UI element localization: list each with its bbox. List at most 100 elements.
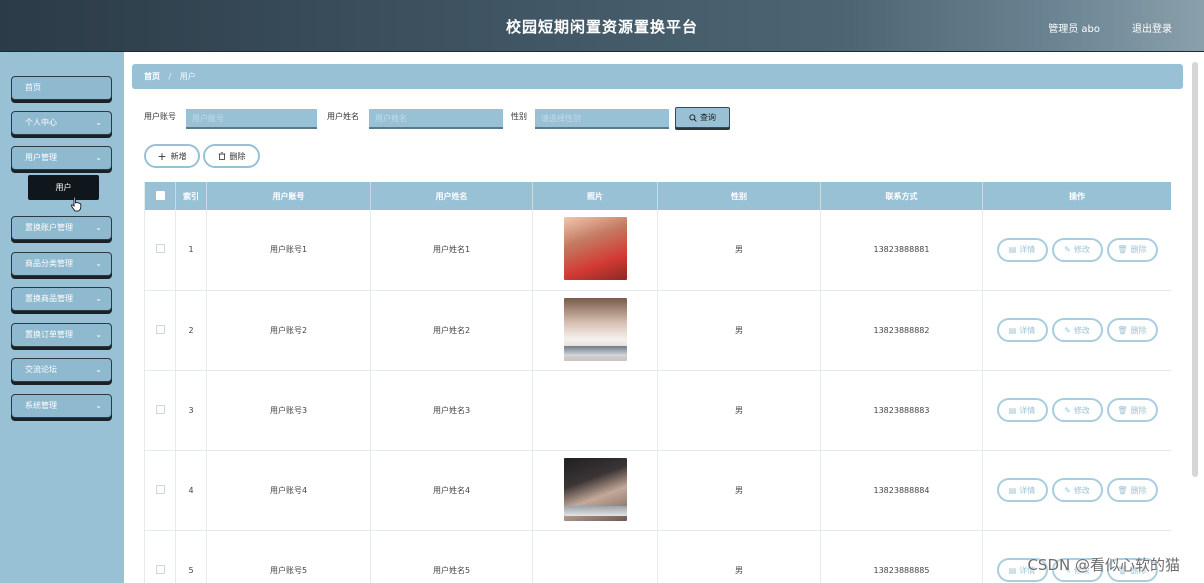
sidebar-item-swap-account[interactable]: 置换账户管理 ⌄ xyxy=(11,216,112,240)
row-index: 5 xyxy=(175,530,207,583)
account-label: 用户账号 xyxy=(144,112,176,121)
trash-icon: 🗑 xyxy=(1117,485,1128,495)
row-actions-cell: ▤ 详情 ✎ 修改 🗑 删除 xyxy=(982,450,1171,531)
admin-username: 管理员 abo xyxy=(1048,24,1100,35)
trash-icon xyxy=(218,152,225,160)
row-phone: 13823888883 xyxy=(820,370,983,451)
sidebar-item-category[interactable]: 商品分类管理 ⌄ xyxy=(11,252,112,276)
row-select-cell[interactable] xyxy=(144,290,176,371)
sidebar-item-personal-center[interactable]: 个人中心 ⌄ xyxy=(11,111,112,135)
edit-button[interactable]: ✎ 修改 xyxy=(1051,398,1103,422)
row-select-cell[interactable] xyxy=(144,210,176,291)
row-phone: 13823888881 xyxy=(820,210,983,291)
sidebar-item-swap-orders[interactable]: 置换订单管理 ⌄ xyxy=(11,323,112,347)
row-account: 用户账号5 xyxy=(206,530,371,583)
row-photo-cell xyxy=(532,450,658,531)
chevron-down-icon: ⌄ xyxy=(95,330,102,339)
row-checkbox[interactable] xyxy=(155,244,165,254)
select-all-header[interactable] xyxy=(144,182,176,210)
row-account: 用户账号4 xyxy=(206,450,371,531)
sidebar-item-swap-goods[interactable]: 置换商品管理 ⌄ xyxy=(11,287,112,311)
row-actions-cell: ▤ 详情 ✎ 修改 🗑 删除 xyxy=(982,210,1171,291)
row-delete-button[interactable]: 🗑 删除 xyxy=(1106,237,1158,262)
row-delete-button[interactable]: 🗑 删除 xyxy=(1106,318,1158,342)
edit-button-label: 修改 xyxy=(1073,405,1090,415)
row-delete-button-label: 删除 xyxy=(1130,405,1147,415)
row-delete-button[interactable]: 🗑 删除 xyxy=(1106,398,1158,422)
row-checkbox[interactable] xyxy=(155,404,165,414)
row-phone: 13823888885 xyxy=(820,530,983,583)
row-checkbox[interactable] xyxy=(155,484,165,494)
col-header-phone: 联系方式 xyxy=(820,182,983,210)
row-select-cell[interactable] xyxy=(144,370,176,451)
breadcrumb-separator: / xyxy=(168,72,172,81)
sidebar-item-user-management[interactable]: 用户管理 ⌄ xyxy=(11,146,112,170)
row-delete-button-label: 删除 xyxy=(1130,485,1147,495)
detail-button-label: 详情 xyxy=(1019,245,1036,255)
table-header-row: 索引 用户账号 用户姓名 照片 性别 联系方式 操作 xyxy=(144,182,1171,210)
row-actions-cell: ▤ 详情 ✎ 修改 🗑 删除 xyxy=(982,290,1171,371)
delete-button[interactable]: 删除 xyxy=(203,144,260,168)
row-name: 用户姓名3 xyxy=(370,370,533,451)
edit-button[interactable]: ✎ 修改 xyxy=(1051,318,1103,342)
table-row: 5 用户账号5 用户姓名5 男 13823888885 ▤ 详情 ✎ 修改 🗑 删除 xyxy=(144,505,1171,583)
row-select-cell[interactable] xyxy=(144,530,176,583)
gender-select[interactable] xyxy=(535,109,669,129)
row-index: 3 xyxy=(175,370,207,451)
detail-button-label: 详情 xyxy=(1019,485,1036,495)
edit-button[interactable]: ✎ 修改 xyxy=(1051,237,1103,262)
hand-cursor-icon xyxy=(70,196,82,212)
col-header-index: 索引 xyxy=(175,182,207,210)
row-name: 用户姓名4 xyxy=(370,450,533,531)
chevron-down-icon: ⌄ xyxy=(95,294,102,303)
vertical-scrollbar[interactable] xyxy=(1192,62,1198,477)
detail-button[interactable]: ▤ 详情 xyxy=(996,237,1048,262)
breadcrumb-current: 用户 xyxy=(179,72,196,81)
query-button-label: 查询 xyxy=(700,113,716,122)
detail-button[interactable]: ▤ 详情 xyxy=(996,478,1048,502)
add-button-label: 新增 xyxy=(170,151,187,161)
sidebar-item-home[interactable]: 首页 xyxy=(11,76,112,100)
row-select-cell[interactable] xyxy=(144,450,176,531)
sidebar-item-label: 置换商品管理 xyxy=(25,294,73,303)
col-header-actions: 操作 xyxy=(982,182,1171,210)
breadcrumb-home[interactable]: 首页 xyxy=(144,72,160,81)
row-checkbox[interactable] xyxy=(155,564,165,574)
detail-button[interactable]: ▤ 详情 xyxy=(996,398,1048,422)
row-checkbox[interactable] xyxy=(155,324,165,334)
pencil-icon: ✎ xyxy=(1064,405,1071,415)
col-header-name: 用户姓名 xyxy=(370,182,533,210)
add-button[interactable]: + 新增 xyxy=(144,144,200,168)
name-search-input[interactable] xyxy=(369,109,503,129)
detail-button[interactable]: ▤ 详情 xyxy=(996,318,1048,342)
table-row: 4 用户账号4 用户姓名4 男 13823888884 ▤ 详情 ✎ 修改 🗑 删除 xyxy=(144,450,1171,531)
row-gender: 男 xyxy=(657,290,821,371)
account-search-input[interactable] xyxy=(186,109,317,129)
submenu-item-users[interactable]: 用户 xyxy=(28,175,99,200)
chevron-down-icon: ⌄ xyxy=(95,401,102,410)
row-name: 用户姓名1 xyxy=(370,210,533,291)
col-header-photo: 照片 xyxy=(532,182,658,210)
sidebar-item-forum[interactable]: 交流论坛 ⌄ xyxy=(11,358,112,382)
detail-button-label: 详情 xyxy=(1019,405,1036,415)
logout-link[interactable]: 退出登录 xyxy=(1132,20,1172,35)
document-icon: ▤ xyxy=(1008,565,1017,575)
select-all-checkbox[interactable] xyxy=(155,190,165,200)
detail-button-label: 详情 xyxy=(1019,325,1036,335)
query-button[interactable]: 查询 xyxy=(675,107,730,128)
delete-button-label: 删除 xyxy=(229,151,246,161)
trash-icon: 🗑 xyxy=(1117,325,1128,335)
edit-button[interactable]: ✎ 修改 xyxy=(1051,478,1103,502)
pencil-icon: ✎ xyxy=(1064,325,1071,335)
row-delete-button[interactable]: 🗑 删除 xyxy=(1106,478,1158,502)
sidebar-item-label: 系统管理 xyxy=(25,401,57,410)
gender-label: 性别 xyxy=(511,112,527,121)
sidebar-item-system[interactable]: 系统管理 ⌄ xyxy=(11,394,112,418)
row-phone: 13823888884 xyxy=(820,450,983,531)
edit-button-label: 修改 xyxy=(1073,245,1090,255)
document-icon: ▤ xyxy=(1008,405,1017,415)
row-index: 2 xyxy=(175,290,207,371)
row-name: 用户姓名2 xyxy=(370,290,533,371)
document-icon: ▤ xyxy=(1008,245,1017,255)
trash-icon: 🗑 xyxy=(1117,245,1128,255)
